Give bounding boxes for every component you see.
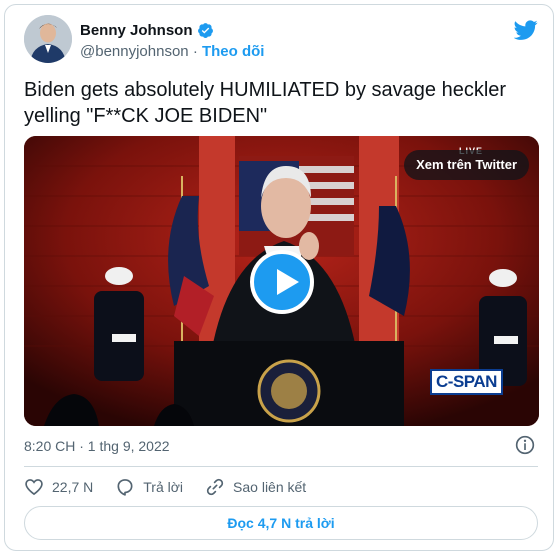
- handle-separator: ·: [192, 43, 198, 60]
- reply-icon: [117, 479, 133, 496]
- author-name[interactable]: Benny Johnson: [80, 22, 193, 39]
- author-handle[interactable]: @bennyjohnson: [80, 43, 189, 60]
- tweet-actions: 22,7 N Trả lời Sao liên kết: [24, 477, 328, 497]
- tweet-timestamp[interactable]: 8:20 CH · 1 thg 9, 2022: [24, 438, 170, 454]
- tweet-embed-card: Benny Johnson @bennyjohnson · Theo dõi B…: [4, 4, 554, 551]
- follow-link[interactable]: Theo dõi: [202, 43, 265, 60]
- heart-icon: [25, 479, 43, 496]
- tweet-text: Biden gets absolutely HUMILIATED by sava…: [24, 79, 507, 127]
- link-icon: [206, 478, 224, 496]
- info-icon[interactable]: [515, 435, 535, 455]
- copy-link-label: Sao liên kết: [233, 479, 307, 495]
- play-button[interactable]: [250, 250, 314, 314]
- watch-on-twitter-button[interactable]: Xem trên Twitter: [404, 150, 529, 180]
- reply-label: Trả lời: [143, 479, 184, 495]
- verified-badge-icon: [197, 23, 213, 38]
- channel-logo: C-SPAN: [430, 369, 503, 395]
- like-count: 22,7 N: [52, 479, 94, 495]
- copy-link-action[interactable]: Sao liên kết: [205, 477, 306, 497]
- avatar[interactable]: [24, 15, 72, 63]
- like-action[interactable]: 22,7 N: [24, 477, 93, 497]
- reply-action[interactable]: Trả lời: [115, 477, 183, 497]
- read-replies-button[interactable]: Đọc 4,7 N trả lời: [24, 506, 538, 540]
- divider: [24, 466, 538, 467]
- twitter-bird-icon[interactable]: [514, 18, 538, 42]
- video-player[interactable]: LIVE Xem trên Twitter C-SPAN: [24, 136, 539, 426]
